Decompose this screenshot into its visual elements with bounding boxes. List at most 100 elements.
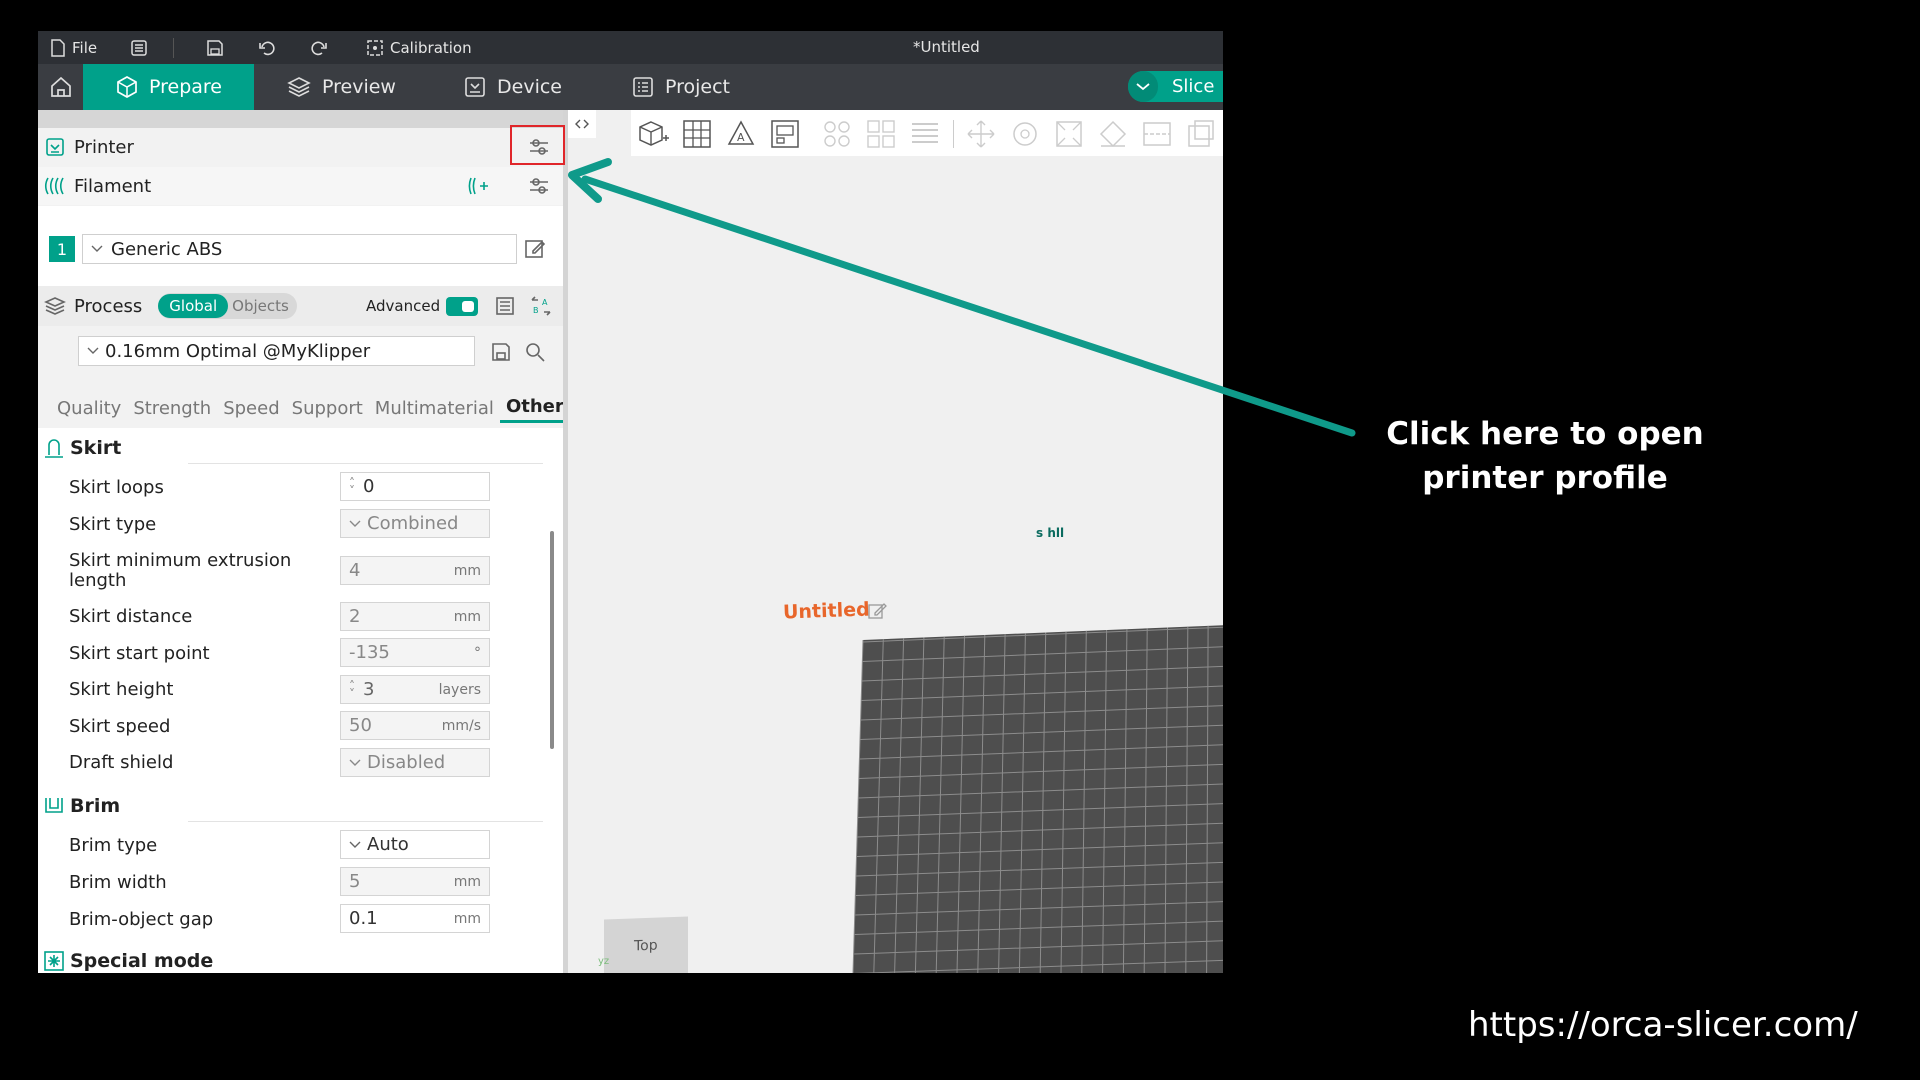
skirt-min-extrusion-input[interactable]: 4 mm (340, 556, 490, 585)
calibration-menu[interactable]: Calibration (366, 31, 472, 64)
skirt-loops-label: Skirt loops (69, 477, 164, 498)
skirt-type-label: Skirt type (69, 514, 157, 535)
skirt-start-point-value: -135 (349, 642, 390, 663)
filament-select[interactable]: Generic ABS (82, 234, 517, 264)
process-layers-icon (44, 296, 66, 316)
scope-objects[interactable]: Objects (228, 297, 297, 315)
search-icon[interactable] (524, 341, 546, 363)
filament-select-value: Generic ABS (111, 238, 223, 260)
filament-slot-badge[interactable]: 1 (49, 236, 75, 262)
skirt-distance-value: 2 (349, 606, 361, 627)
view-cube[interactable]: Top (604, 916, 688, 973)
brim-icon (42, 795, 66, 817)
brim-width-value: 5 (349, 871, 361, 892)
save-preset-icon[interactable] (490, 341, 512, 363)
filament-section[interactable]: Filament (38, 167, 563, 205)
tab-multimaterial[interactable]: Multimaterial (369, 393, 500, 423)
skirt-distance-label: Skirt distance (69, 606, 193, 627)
tab-preview[interactable]: Preview (286, 64, 396, 110)
skirt-min-extrusion-label-line2: length (69, 570, 127, 591)
add-filament-icon[interactable] (468, 176, 490, 196)
chevron-down-icon (349, 841, 361, 848)
undo-button[interactable] (258, 31, 276, 64)
menu-button[interactable] (130, 31, 148, 64)
tab-project-label: Project (665, 76, 731, 98)
brim-divider (188, 821, 543, 822)
skirt-icon (42, 437, 66, 459)
filament-settings-icon[interactable] (528, 176, 550, 196)
process-preset-value: 0.16mm Optimal @MyKlipper (105, 340, 371, 362)
process-ab-compare-icon[interactable]: AB (529, 296, 553, 316)
redo-button[interactable] (310, 31, 328, 64)
stepper-icon[interactable]: ˄ ˅ (349, 477, 355, 497)
svg-text:B: B (533, 306, 539, 315)
skirt-distance-input[interactable]: 2 mm (340, 602, 490, 631)
brim-width-input[interactable]: 5 mm (340, 867, 490, 896)
device-printer-icon (465, 77, 485, 97)
chevron-down-icon (87, 347, 99, 354)
brim-gap-label: Brim-object gap (69, 909, 214, 930)
slice-dropdown[interactable] (1128, 71, 1158, 102)
save-icon (207, 39, 223, 56)
annotation-line1: Click here to open (1386, 416, 1704, 452)
tab-preview-label: Preview (322, 76, 396, 98)
annotation-callout: Click here to open printer profile (1370, 412, 1720, 500)
special-mode-title: Special mode (70, 950, 214, 972)
process-scope-toggle[interactable]: Global Objects (158, 293, 297, 319)
skirt-start-point-input[interactable]: -135 ° (340, 638, 490, 667)
skirt-section-header: Skirt (38, 431, 543, 465)
brim-gap-input[interactable]: 0.1 mm (340, 904, 490, 933)
file-menu[interactable]: File (50, 31, 97, 64)
tab-others[interactable]: Others (499, 393, 563, 423)
skirt-divider (188, 463, 543, 464)
process-compare-icon[interactable] (495, 296, 515, 316)
skirt-loops-input[interactable]: ˄ ˅ 0 (340, 472, 490, 501)
calibration-label: Calibration (390, 38, 472, 57)
printer-section[interactable]: Printer (38, 128, 563, 166)
website-url: https://orca-slicer.com/ (1468, 1005, 1858, 1045)
home-icon (50, 76, 71, 97)
settings-scrollbar[interactable] (550, 531, 554, 749)
skirt-min-extrusion-unit: mm (453, 562, 481, 579)
redo-icon (311, 41, 327, 55)
slice-button[interactable]: Slice (1128, 71, 1223, 102)
build-plate[interactable] (568, 110, 1223, 973)
brim-section-header: Brim (38, 789, 543, 823)
special-mode-icon (42, 950, 66, 972)
skirt-min-extrusion-label: Skirt minimum extrusion length (69, 551, 291, 591)
skirt-min-extrusion-value: 4 (349, 560, 361, 581)
scope-global[interactable]: Global (158, 294, 229, 318)
process-preset-select[interactable]: 0.16mm Optimal @MyKlipper (78, 336, 475, 366)
save-button[interactable] (206, 31, 224, 64)
brim-type-select[interactable]: Auto (340, 830, 490, 859)
printer-label: Printer (74, 136, 134, 158)
skirt-speed-label: Skirt speed (69, 716, 171, 737)
3d-viewport[interactable]: A Untitled s hll Top yz (568, 110, 1223, 973)
tab-device-label: Device (497, 76, 562, 98)
tab-quality[interactable]: Quality (51, 393, 127, 423)
menu-list-icon (131, 39, 147, 56)
skirt-height-input[interactable]: ˄ ˅ 3 layers (340, 675, 490, 704)
tab-speed[interactable]: Speed (217, 393, 285, 423)
advanced-toggle[interactable] (446, 296, 478, 316)
skirt-type-select[interactable]: Combined (340, 509, 490, 538)
skirt-speed-value: 50 (349, 715, 372, 736)
project-list-icon (633, 77, 653, 97)
draft-shield-select[interactable]: Disabled (340, 748, 490, 777)
file-icon (51, 38, 65, 57)
tab-strength[interactable]: Strength (127, 393, 217, 423)
edit-plate-name-icon[interactable] (868, 602, 888, 620)
tab-prepare[interactable]: Prepare (83, 64, 254, 110)
edit-filament-icon[interactable] (524, 238, 546, 260)
filament-label: Filament (74, 175, 152, 197)
undo-icon (259, 41, 275, 55)
tab-project[interactable]: Project (631, 64, 730, 110)
skirt-speed-input[interactable]: 50 mm/s (340, 711, 490, 740)
tab-device[interactable]: Device (463, 64, 562, 110)
brim-type-label: Brim type (69, 835, 158, 856)
stepper-icon[interactable]: ˄ ˅ (349, 680, 355, 700)
home-button[interactable] (38, 64, 83, 110)
tab-support[interactable]: Support (286, 393, 369, 423)
chevron-down-icon (349, 520, 361, 527)
svg-text:A: A (542, 298, 548, 307)
